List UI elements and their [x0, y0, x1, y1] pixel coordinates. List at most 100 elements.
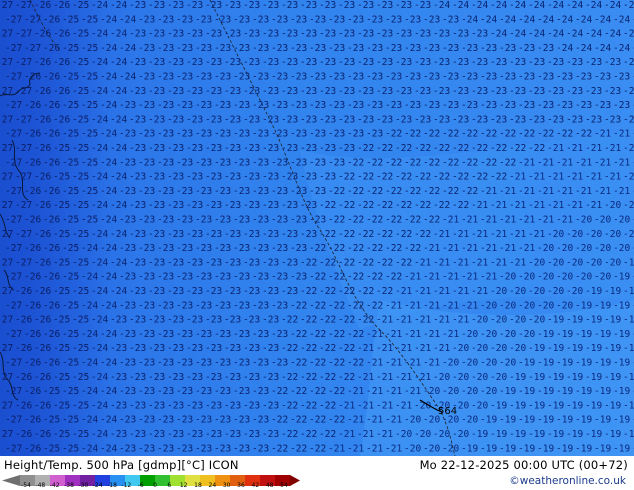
isotherm-label: -23	[357, 114, 374, 125]
isotherm-label: -24	[81, 243, 98, 254]
isotherm-label: -22	[319, 429, 336, 440]
isotherm-label: -20	[566, 257, 583, 268]
isotherm-label: -23	[404, 100, 421, 111]
isotherm-label: -27	[0, 143, 13, 154]
isotherm-label: -20	[490, 343, 507, 354]
isotherm-label: -27	[5, 14, 22, 25]
isotherm-label: -24	[91, 57, 108, 68]
colorbar-tick-label: 0	[153, 482, 157, 489]
isotherm-label: -23	[148, 229, 165, 240]
isotherm-label: -27	[0, 429, 13, 440]
isotherm-label: -22	[271, 415, 288, 426]
isotherm-label: -21	[585, 143, 602, 154]
isotherm-label: -23	[214, 415, 231, 426]
isotherm-label: -24	[81, 300, 98, 311]
isotherm-label: -21	[566, 172, 583, 183]
isotherm-label: -23	[499, 72, 516, 83]
isotherm-label: -23	[281, 114, 298, 125]
isotherm-label: -19	[594, 358, 611, 369]
isotherm-label: -23	[119, 215, 136, 226]
credit-link[interactable]: ©weatheronline.co.uk	[509, 475, 626, 487]
isotherm-label: -19	[575, 415, 592, 426]
isotherm-label: -26	[24, 415, 41, 426]
isotherm-label: -23	[357, 86, 374, 97]
isotherm-label: -21	[423, 358, 440, 369]
map-canvas: -27-27-26-26-25-24-24-23-23-23-23-23-23-…	[0, 0, 634, 456]
isotherm-label: -23	[205, 400, 222, 411]
isotherm-label: -23	[214, 72, 231, 83]
isotherm-label: -23	[167, 114, 184, 125]
isotherm-label: -23	[214, 43, 231, 54]
isotherm-label: -27	[5, 100, 22, 111]
isotherm-label: -23	[262, 143, 279, 154]
colorbar: -54 -48 -42 -38 -30 -24 -18 -12 -6 0 6 12 18 24 30 36 42…	[2, 471, 302, 489]
isotherm-label: -23	[205, 0, 222, 11]
isotherm-label: -23	[233, 43, 250, 54]
isotherm-label: -20	[509, 315, 526, 326]
isotherm-label: -22	[338, 286, 355, 297]
isotherm-label: -20	[480, 358, 497, 369]
isotherm-label: -24	[585, 29, 602, 40]
isotherm-label: -23	[623, 57, 634, 68]
isotherm-label: -23	[385, 100, 402, 111]
isotherm-label: -23	[138, 14, 155, 25]
isotherm-label: -21	[414, 286, 431, 297]
isotherm-label: -23	[243, 143, 260, 154]
isotherm-label: -20	[594, 243, 611, 254]
isotherm-label: -23	[214, 129, 231, 140]
isotherm-label: -23	[490, 57, 507, 68]
isotherm-label: -23	[309, 14, 326, 25]
isotherm-label: -21	[414, 372, 431, 383]
isotherm-label: -20	[623, 200, 634, 211]
isotherm-label: -23	[195, 443, 212, 454]
isotherm-label: -23	[167, 286, 184, 297]
isotherm-label: -27	[5, 415, 22, 426]
isotherm-label: -26	[34, 29, 51, 40]
isotherm-label: -20	[442, 358, 459, 369]
isotherm-label: -22	[319, 200, 336, 211]
isotherm-label: -23	[243, 400, 260, 411]
isotherm-label: -20	[452, 372, 469, 383]
isotherm-label: -23	[547, 57, 564, 68]
isotherm-label: -23	[442, 72, 459, 83]
isotherm-label: -23	[281, 286, 298, 297]
isotherm-label: -22	[357, 200, 374, 211]
isotherm-label: -23	[186, 0, 203, 11]
isotherm-label: -23	[423, 100, 440, 111]
isotherm-label: -23	[271, 129, 288, 140]
isotherm-label: -22	[281, 372, 298, 383]
isotherm-label: -19	[613, 300, 630, 311]
isotherm-label: -20	[461, 329, 478, 340]
isotherm-label: -23	[138, 386, 155, 397]
isotherm-label: -24	[100, 157, 117, 168]
isotherm-label: -22	[442, 129, 459, 140]
isotherm-label: -24	[91, 114, 108, 125]
isotherm-label: -19	[509, 400, 526, 411]
isotherm-label: -19	[537, 358, 554, 369]
isotherm-label: -24	[91, 429, 108, 440]
isotherm-label: -23	[452, 86, 469, 97]
isotherm-label: -25	[53, 429, 70, 440]
isotherm-label: -25	[62, 443, 79, 454]
isotherm-label: -23	[167, 200, 184, 211]
isotherm-label: -22	[300, 429, 317, 440]
isotherm-label: -22	[471, 172, 488, 183]
isotherm-label: -23	[338, 29, 355, 40]
isotherm-label: -22	[347, 329, 364, 340]
isotherm-label: -23	[233, 415, 250, 426]
isotherm-label: -23	[119, 329, 136, 340]
isotherm-label: -21	[452, 257, 469, 268]
isotherm-label: -22	[385, 243, 402, 254]
isotherm-label: -23	[205, 429, 222, 440]
isotherm-label: -23	[186, 400, 203, 411]
isotherm-label: -25	[53, 257, 70, 268]
isotherm-label: -22	[423, 157, 440, 168]
isotherm-label: -23	[300, 143, 317, 154]
isotherm-label: -23	[214, 157, 231, 168]
isotherm-label: -21	[366, 443, 383, 454]
isotherm-label: -23	[119, 386, 136, 397]
isotherm-label: -23	[224, 229, 241, 240]
isotherm-label: -23	[186, 200, 203, 211]
isotherm-label: -23	[195, 215, 212, 226]
isotherm-label: -23	[129, 57, 146, 68]
